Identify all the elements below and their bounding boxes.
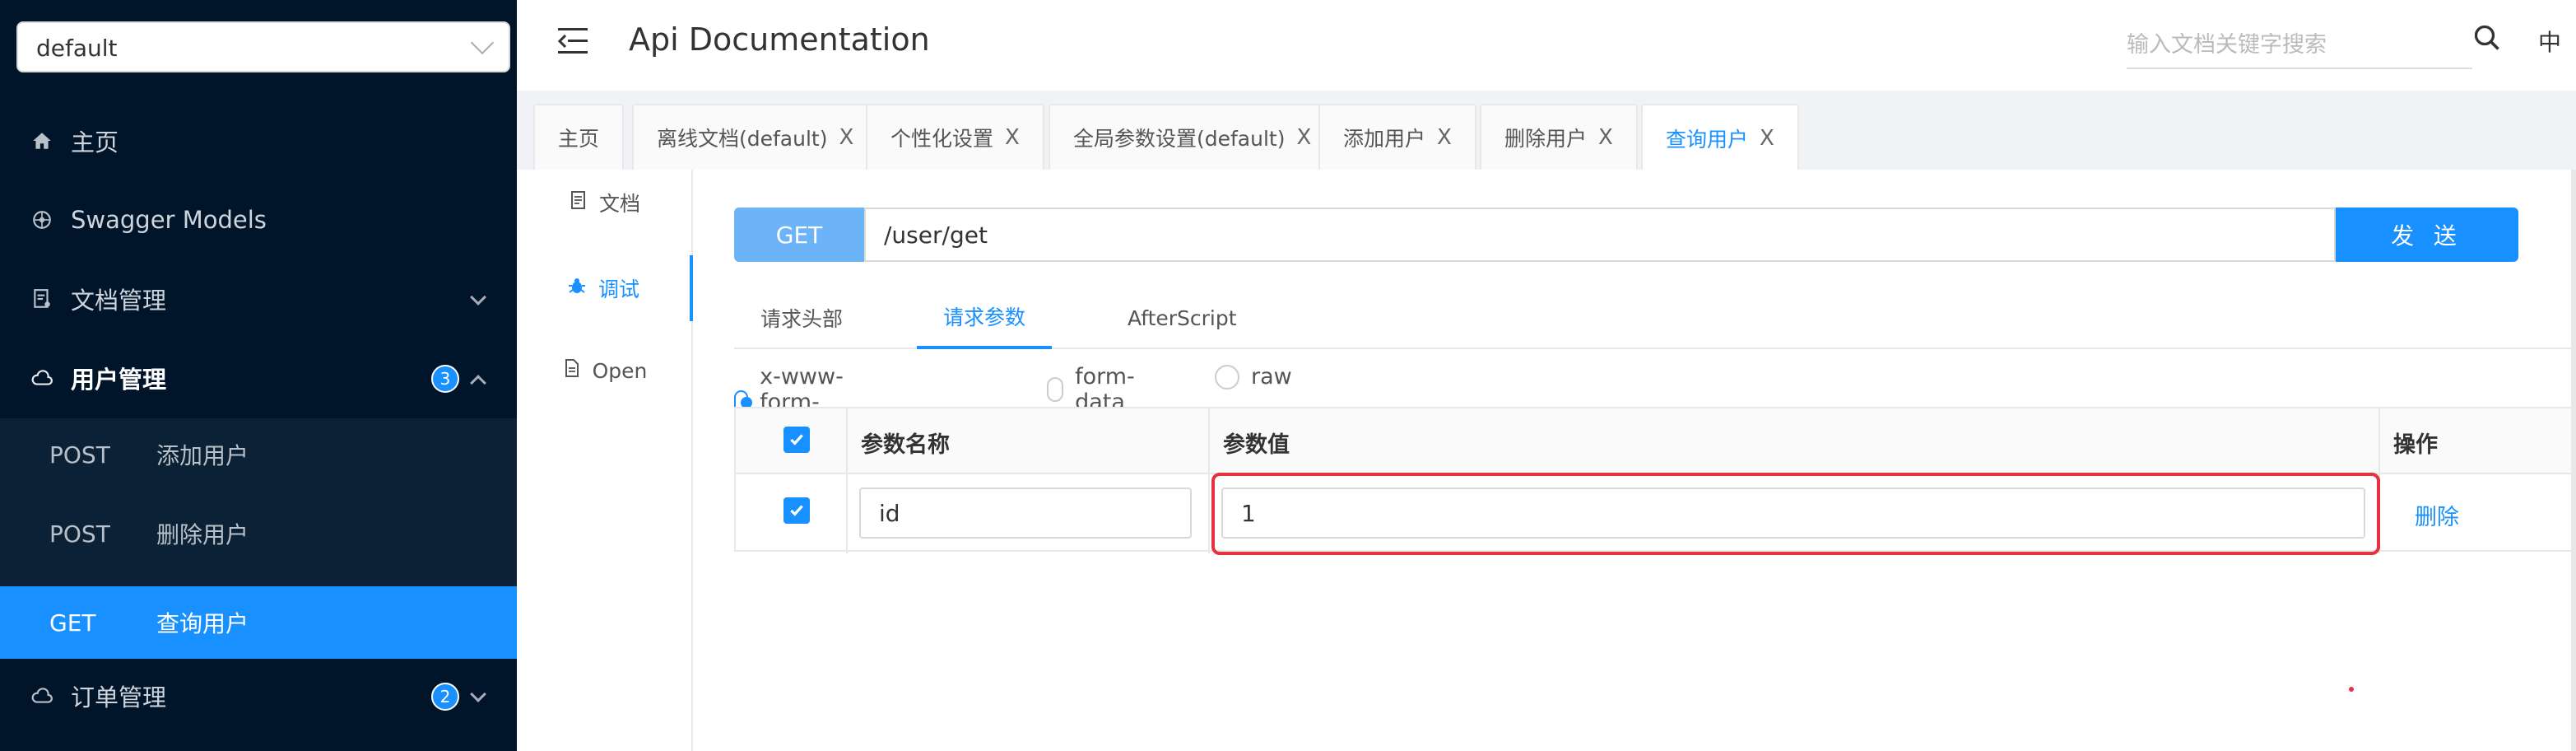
param-name-input[interactable]: id: [859, 487, 1192, 539]
sidebar-item-label: Swagger Models: [71, 206, 267, 234]
count-badge: 2: [431, 683, 459, 711]
send-button[interactable]: 发 送: [2336, 208, 2518, 262]
side-tab-label: 调试: [598, 278, 639, 301]
column-header-action: 操作: [2393, 432, 2438, 458]
column-header-name: 参数名称: [861, 432, 950, 458]
side-tab-label: 文档: [598, 192, 640, 216]
tab-label: 全局参数设置(default): [1073, 127, 1286, 151]
table-header: 参数名称 参数值 操作: [736, 408, 2576, 474]
sidebar-subitem-delete-user[interactable]: POST 删除用户: [0, 497, 517, 570]
tab-open[interactable]: Open: [517, 338, 693, 403]
cloud-icon: [30, 366, 54, 390]
models-icon: [30, 208, 54, 232]
language-switch[interactable]: 中: [2538, 25, 2561, 58]
http-method: POST: [49, 441, 110, 469]
tab-label: 主页: [558, 127, 600, 151]
group-select[interactable]: default: [16, 21, 510, 72]
param-name-text: id: [879, 499, 900, 527]
close-icon[interactable]: X: [1598, 125, 1613, 150]
http-method: GET: [49, 609, 96, 637]
sidebar-item-label: 订单管理: [71, 683, 167, 711]
sidebar-subitem-query-user[interactable]: GET 查询用户: [0, 586, 517, 659]
tab-doc[interactable]: 文档: [517, 170, 693, 236]
cloud-icon: [30, 683, 54, 708]
sidebar: default 主页 Swagger Models 文档管理 用户管理 3 PO…: [0, 0, 517, 751]
sidebar-item-label: 文档管理: [71, 287, 167, 315]
radio-indicator: [1215, 364, 1239, 389]
request-url-bar: GET /user/get 发 送: [734, 208, 2518, 262]
main-content: 文档 调试 Open GET /user/get 发 送 请求头部 请求参数 A…: [517, 170, 2576, 751]
app-title: Api Documentation: [629, 21, 930, 58]
delete-link[interactable]: 删除: [2415, 499, 2459, 531]
sidebar-item-label: 用户管理: [71, 366, 167, 394]
tab-offline-doc[interactable]: 离线文档(default) X: [632, 104, 879, 170]
tab-personal-settings[interactable]: 个性化设置 X: [866, 104, 1044, 170]
close-icon[interactable]: X: [839, 125, 853, 150]
search-icon[interactable]: [2472, 23, 2505, 56]
tab-request-params[interactable]: 请求参数: [917, 287, 1053, 349]
side-tab-label: Open: [592, 358, 648, 383]
column-header-value: 参数值: [1223, 432, 1290, 458]
tab-query-user[interactable]: 查询用户 X: [1641, 104, 1799, 171]
close-icon[interactable]: X: [1296, 125, 1311, 150]
annotation-highlight-box: [1211, 473, 2380, 555]
close-icon[interactable]: X: [1437, 125, 1452, 150]
sidebar-item-label: 主页: [71, 128, 119, 156]
home-icon: [30, 128, 54, 153]
app-window: default 主页 Swagger Models 文档管理 用户管理 3 PO…: [0, 0, 2576, 751]
chevron-down-icon: [470, 686, 486, 702]
row-checkbox[interactable]: [783, 497, 810, 524]
doc-manage-icon: [30, 287, 54, 311]
tab-delete-user[interactable]: 删除用户 X: [1480, 104, 1638, 170]
method-select[interactable]: GET: [734, 208, 864, 262]
document-icon: [570, 190, 588, 215]
tab-global-params[interactable]: 全局参数设置(default) X: [1049, 104, 1337, 170]
tab-label: 离线文档(default): [657, 127, 828, 151]
count-badge: 3: [431, 365, 459, 393]
submenu-user-manage: POST 添加用户 POST 删除用户 GET 查询用户: [0, 418, 517, 659]
tab-add-user[interactable]: 添加用户 X: [1318, 104, 1476, 170]
close-icon[interactable]: X: [1760, 126, 1774, 151]
chevron-down-icon: [470, 289, 486, 306]
radio-label: raw: [1251, 364, 1292, 389]
tab-request-headers[interactable]: 请求头部: [760, 287, 843, 349]
sidebar-item-swagger-models[interactable]: Swagger Models: [0, 181, 517, 259]
red-dot: [2349, 687, 2354, 692]
radio-raw[interactable]: raw: [1215, 364, 1292, 389]
request-tabs: 请求头部 请求参数 AfterScript: [734, 287, 2576, 349]
group-select-value: default: [36, 35, 118, 62]
sidebar-item-doc-manage[interactable]: 文档管理: [0, 260, 517, 338]
sidebar-item-user-manage[interactable]: 用户管理 3: [0, 339, 517, 417]
top-header: Api Documentation 中: [517, 0, 2576, 91]
radio-indicator: [1047, 377, 1064, 402]
url-input[interactable]: /user/get: [864, 208, 2336, 262]
http-method: POST: [49, 520, 110, 548]
search-input[interactable]: [2127, 21, 2472, 69]
tab-label: 删除用户: [1504, 127, 1588, 151]
sidebar-subitem-add-user[interactable]: POST 添加用户: [0, 418, 517, 491]
tab-label: 个性化设置: [890, 127, 994, 151]
api-name: 删除用户: [156, 521, 249, 548]
tab-label: 添加用户: [1343, 127, 1426, 151]
chevron-down-icon: [470, 30, 495, 55]
select-all-checkbox[interactable]: [783, 427, 810, 453]
tab-bar: 主页 离线文档(default) X 个性化设置 X 全局参数设置(defaul…: [517, 91, 2576, 171]
menu-fold-icon[interactable]: [558, 28, 588, 54]
tab-home[interactable]: 主页: [533, 104, 625, 170]
bug-icon: [567, 276, 587, 301]
close-icon[interactable]: X: [1005, 125, 1020, 150]
url-text: /user/get: [884, 221, 988, 249]
tab-label: 查询用户: [1666, 128, 1749, 152]
sidebar-item-home[interactable]: 主页: [0, 102, 517, 180]
tab-debug[interactable]: 调试: [517, 255, 693, 321]
api-name: 添加用户: [156, 442, 249, 469]
file-icon: [563, 358, 581, 383]
chevron-up-icon: [470, 375, 486, 391]
side-tabs: 文档 调试 Open: [517, 170, 693, 751]
sidebar-item-order-manage[interactable]: 订单管理 2: [0, 657, 517, 735]
scrollbar[interactable]: [2571, 170, 2576, 751]
api-name: 查询用户: [156, 610, 249, 637]
tab-afterscript[interactable]: AfterScript: [1128, 287, 1237, 349]
